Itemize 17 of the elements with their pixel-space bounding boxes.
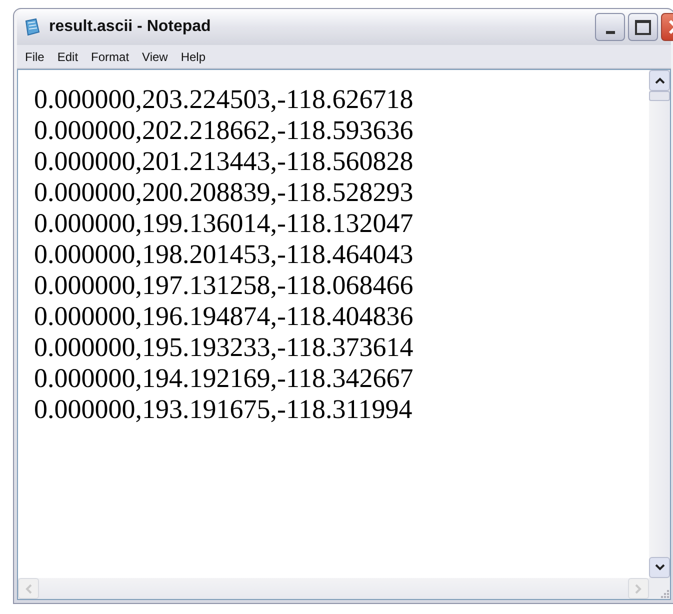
text-line: 0.000000,198.201453,-118.464043 <box>34 239 414 270</box>
text-line: 0.000000,197.131258,-118.068466 <box>34 270 414 301</box>
window-title: result.ascii - Notepad <box>49 17 212 37</box>
text-line: 0.000000,202.218662,-118.593636 <box>34 115 414 146</box>
text-line: 0.000000,194.192169,-118.342667 <box>34 363 414 394</box>
text-line: 0.000000,200.208839,-118.528293 <box>34 177 414 208</box>
text-line: 0.000000,201.213443,-118.560828 <box>34 146 414 177</box>
menu-item[interactable]: Format <box>85 48 136 66</box>
menu-item[interactable]: View <box>136 48 174 66</box>
menu-item[interactable]: Edit <box>51 48 84 66</box>
text-line: 0.000000,199.136014,-118.132047 <box>34 208 414 239</box>
menu-item[interactable]: Help <box>174 48 212 66</box>
menu-item[interactable]: File <box>19 48 50 66</box>
text-line: 0.000000,203.224503,-118.626718 <box>34 84 414 115</box>
text-line: 0.000000,196.194874,-118.404836 <box>34 301 414 332</box>
text-line: 0.000000,193.191675,-118.311994 <box>34 394 412 425</box>
text-line: 0.000000,195.193233,-118.373614 <box>34 332 414 363</box>
